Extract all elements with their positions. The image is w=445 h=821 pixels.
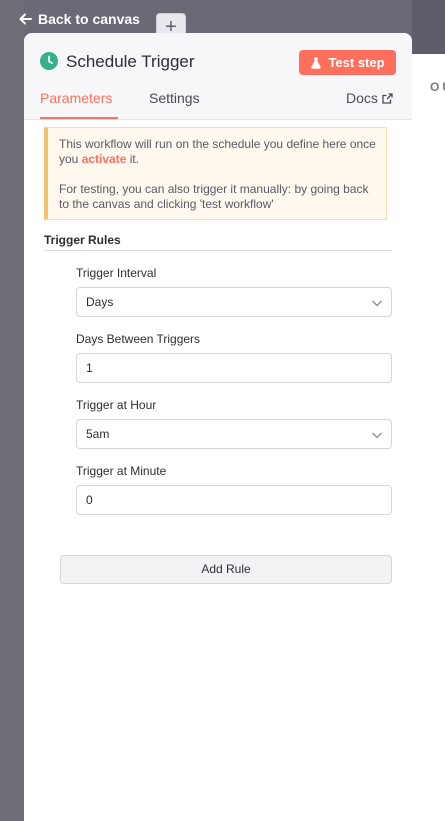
trigger-hour-select[interactable]: 5am	[76, 419, 392, 449]
notice-text-suffix: it.	[126, 152, 140, 166]
canvas-left-strip	[0, 0, 24, 821]
panel-header: Schedule Trigger Test step Parameters Se…	[24, 33, 412, 119]
notice-testing-text: For testing, you can also trigger it man…	[59, 182, 369, 211]
external-link-icon	[382, 92, 393, 104]
days-between-input[interactable]: 1	[76, 353, 392, 383]
header-divider	[24, 119, 412, 120]
back-to-canvas-link[interactable]: Back to canvas	[18, 11, 140, 27]
trigger-minute-label: Trigger at Minute	[76, 464, 167, 478]
output-header-background	[412, 0, 445, 54]
trigger-hour-label: Trigger at Hour	[76, 398, 157, 412]
trigger-minute-input[interactable]: 0	[76, 485, 392, 515]
output-label: OU	[430, 80, 445, 94]
node-details-panel: Schedule Trigger Test step Parameters Se…	[24, 33, 412, 821]
days-between-value: 1	[86, 361, 93, 375]
clock-icon	[40, 52, 58, 70]
schedule-notice: This workflow will run on the schedule y…	[44, 127, 387, 220]
trigger-rules-heading: Trigger Rules	[44, 233, 121, 247]
trigger-minute-value: 0	[86, 493, 93, 507]
back-to-canvas-label: Back to canvas	[38, 11, 140, 27]
chevron-down-icon	[372, 432, 382, 439]
trigger-rules-divider	[44, 250, 392, 251]
activate-link[interactable]: activate	[82, 152, 127, 166]
days-between-label: Days Between Triggers	[76, 332, 201, 346]
node-title: Schedule Trigger	[66, 52, 195, 71]
tab-settings[interactable]: Settings	[149, 90, 200, 106]
docs-label: Docs	[346, 90, 378, 106]
notice-activate-text: This workflow will run on the schedule y…	[59, 137, 381, 167]
trigger-interval-select[interactable]: Days	[76, 287, 392, 317]
trigger-interval-value: Days	[86, 295, 114, 309]
add-rule-button[interactable]: Add Rule	[60, 555, 392, 584]
trigger-interval-label: Trigger Interval	[76, 266, 157, 280]
flask-icon	[311, 57, 322, 69]
chevron-down-icon	[372, 300, 382, 307]
docs-link[interactable]: Docs	[346, 90, 393, 106]
output-panel-background	[412, 54, 445, 821]
tab-parameters[interactable]: Parameters	[40, 90, 112, 106]
test-step-button[interactable]: Test step	[299, 50, 396, 75]
trigger-hour-value: 5am	[86, 427, 110, 441]
arrow-left-icon	[19, 13, 32, 25]
test-step-label: Test step	[328, 55, 385, 70]
